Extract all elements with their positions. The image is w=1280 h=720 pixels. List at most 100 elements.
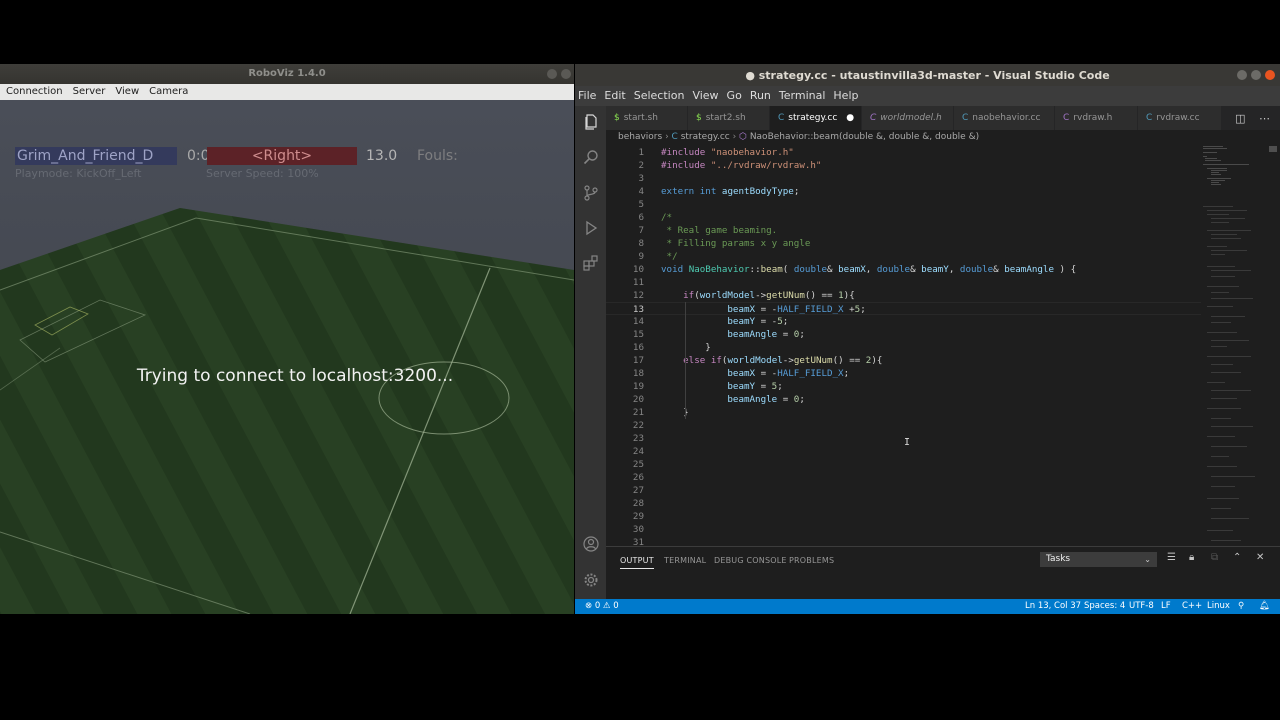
code-line[interactable]: 29 (606, 510, 1201, 523)
code-line[interactable]: 6 /* (606, 211, 1201, 224)
tab-worldmodel-h[interactable]: Cworldmodel.h (862, 106, 954, 130)
line-number: 16 (632, 342, 644, 353)
code-line[interactable]: 16 } (606, 341, 1201, 354)
minimize-icon[interactable] (1237, 70, 1247, 80)
output-channel-select[interactable]: Tasks ⌄ (1040, 552, 1157, 567)
menu-view[interactable]: View (110, 84, 144, 100)
code-line[interactable]: 28 (606, 497, 1201, 510)
code-line[interactable]: 22 (606, 419, 1201, 432)
code-line[interactable]: 19 beamY = 5; (606, 380, 1201, 393)
field-3d-view[interactable]: Grim_And_Friend_D 0:0 <Right> 13.0 Fouls… (0, 100, 574, 614)
code-line[interactable]: 12 if(worldModel->getUNum() == 1){ (606, 289, 1201, 302)
tab-terminal[interactable]: TERMINAL (664, 556, 706, 565)
code-line[interactable]: 13 beamX = -HALF_FIELD_X +5; (606, 302, 1201, 315)
breadcrumb-folder[interactable]: behaviors (618, 132, 662, 142)
lock-icon[interactable]: 🔒︎ (1189, 552, 1194, 563)
tab-start-sh[interactable]: $ start.sh (606, 106, 688, 130)
encoding[interactable]: UTF-8 (1129, 599, 1154, 614)
code-line[interactable]: 30 (606, 523, 1201, 536)
split-editor-icon[interactable]: ◫ (1235, 112, 1245, 125)
tab-rvdraw-cc[interactable]: Crvdraw.cc (1138, 106, 1222, 130)
menu-run[interactable]: Run (746, 86, 775, 106)
code-line[interactable]: 4 extern int agentBodyType; (606, 185, 1201, 198)
maximize-panel-icon[interactable]: ⌃ (1233, 552, 1241, 563)
code-text: void NaoBehavior::beam( double& beamX, d… (661, 264, 1077, 275)
explorer-icon[interactable] (583, 114, 599, 130)
code-line[interactable]: 7 * Real game beaming. (606, 224, 1201, 237)
maximize-icon[interactable] (561, 69, 571, 79)
code-line[interactable]: 8 * Filling params x y angle (606, 237, 1201, 250)
menu-connection[interactable]: Connection (0, 84, 68, 100)
line-ending[interactable]: LF (1161, 599, 1171, 614)
search-icon[interactable] (583, 149, 599, 165)
menu-file[interactable]: File (575, 86, 600, 106)
minimap[interactable] (1203, 146, 1263, 546)
code-line[interactable]: 2 #include "../rvdraw/rvdraw.h" (606, 159, 1201, 172)
close-icon[interactable] (1265, 70, 1275, 80)
tab-strategy-cc[interactable]: Cstrategy.cc ● (770, 106, 862, 130)
source-control-icon[interactable] (583, 185, 599, 201)
code-editor[interactable]: 1 #include "naobehavior.h" 2 #include "../r… (606, 146, 1201, 548)
menu-terminal[interactable]: Terminal (775, 86, 830, 106)
menu-selection[interactable]: Selection (630, 86, 689, 106)
feedback-icon[interactable]: ⚲ (1238, 599, 1244, 614)
menu-view[interactable]: View (688, 86, 722, 106)
code-line[interactable]: 9 */ (606, 250, 1201, 263)
more-actions-icon[interactable]: ⋯ (1259, 112, 1270, 125)
tab-rvdraw-h[interactable]: Crvdraw.h (1055, 106, 1138, 130)
tab-debug-console[interactable]: DEBUG CONSOLE (714, 556, 787, 565)
menu-server[interactable]: Server (68, 84, 111, 100)
close-panel-icon[interactable]: ✕ (1256, 552, 1264, 563)
menu-edit[interactable]: Edit (600, 86, 629, 106)
indentation[interactable]: Spaces: 4 (1084, 599, 1125, 614)
code-line[interactable]: 17 else if(worldModel->getUNum() == 2){ (606, 354, 1201, 367)
code-line[interactable]: 10 void NaoBehavior::beam( double& beamX,… (606, 263, 1201, 276)
minimize-icon[interactable] (547, 69, 557, 79)
shell-file-icon: $ (696, 113, 702, 123)
settings-gear-icon[interactable] (583, 572, 599, 588)
scrollbar-thumb[interactable] (1269, 146, 1277, 152)
extensions-icon[interactable] (583, 255, 599, 271)
editor-scrollbar[interactable] (1267, 146, 1279, 546)
cursor-position[interactable]: Ln 13, Col 37 (1025, 599, 1081, 614)
menu-go[interactable]: Go (723, 86, 746, 106)
code-line[interactable]: 25 (606, 458, 1201, 471)
code-line[interactable]: 5 (606, 198, 1201, 211)
code-line[interactable]: 1 #include "naobehavior.h" (606, 146, 1201, 159)
bottom-panel: OUTPUT TERMINAL DEBUG CONSOLE PROBLEMS T… (606, 546, 1280, 600)
os-indicator[interactable]: Linux (1207, 599, 1230, 614)
tab-start2-sh[interactable]: $ start2.sh (688, 106, 770, 130)
open-log-icon[interactable]: ⧉ (1211, 552, 1218, 563)
cpp-file-icon: C (962, 113, 969, 123)
line-number: 22 (632, 420, 644, 431)
code-line[interactable]: 20 beamAngle = 0; (606, 393, 1201, 406)
breadcrumb-symbol[interactable]: NaoBehavior::beam(double &, double &, do… (750, 132, 979, 142)
line-number: 4 (638, 186, 644, 197)
roboviz-window: RoboViz 1.4.0 Connection Server View Camera (0, 64, 574, 614)
code-line[interactable]: 27 (606, 484, 1201, 497)
problems-status[interactable]: ⊗ 0 ⚠ 0 (585, 599, 619, 614)
maximize-icon[interactable] (1251, 70, 1261, 80)
line-number: 6 (638, 212, 644, 223)
language-mode[interactable]: C++ (1182, 599, 1202, 614)
tab-naobehavior-cc[interactable]: Cnaobehavior.cc (954, 106, 1055, 130)
line-number: 25 (632, 459, 644, 470)
code-line[interactable]: 26 (606, 471, 1201, 484)
code-line[interactable]: 11 (606, 276, 1201, 289)
notifications-bell-icon[interactable]: 🔔︎ (1259, 599, 1270, 614)
menu-help[interactable]: Help (829, 86, 862, 106)
clear-output-icon[interactable]: ☰ (1167, 552, 1176, 563)
code-line[interactable]: 21 } (606, 406, 1201, 419)
code-line[interactable]: 15 beamAngle = 0; (606, 328, 1201, 341)
account-icon[interactable] (583, 536, 599, 552)
code-line[interactable]: 3 (606, 172, 1201, 185)
line-number: 24 (632, 446, 644, 457)
menu-camera[interactable]: Camera (144, 84, 193, 100)
code-line[interactable]: 18 beamX = -HALF_FIELD_X; (606, 367, 1201, 380)
tab-output[interactable]: OUTPUT (620, 556, 654, 569)
run-debug-icon[interactable] (583, 220, 599, 236)
code-line[interactable]: 14 beamY = -5; (606, 315, 1201, 328)
tab-problems[interactable]: PROBLEMS (789, 556, 834, 565)
breadcrumb-file[interactable]: strategy.cc (681, 132, 730, 142)
line-number: 8 (638, 238, 644, 249)
